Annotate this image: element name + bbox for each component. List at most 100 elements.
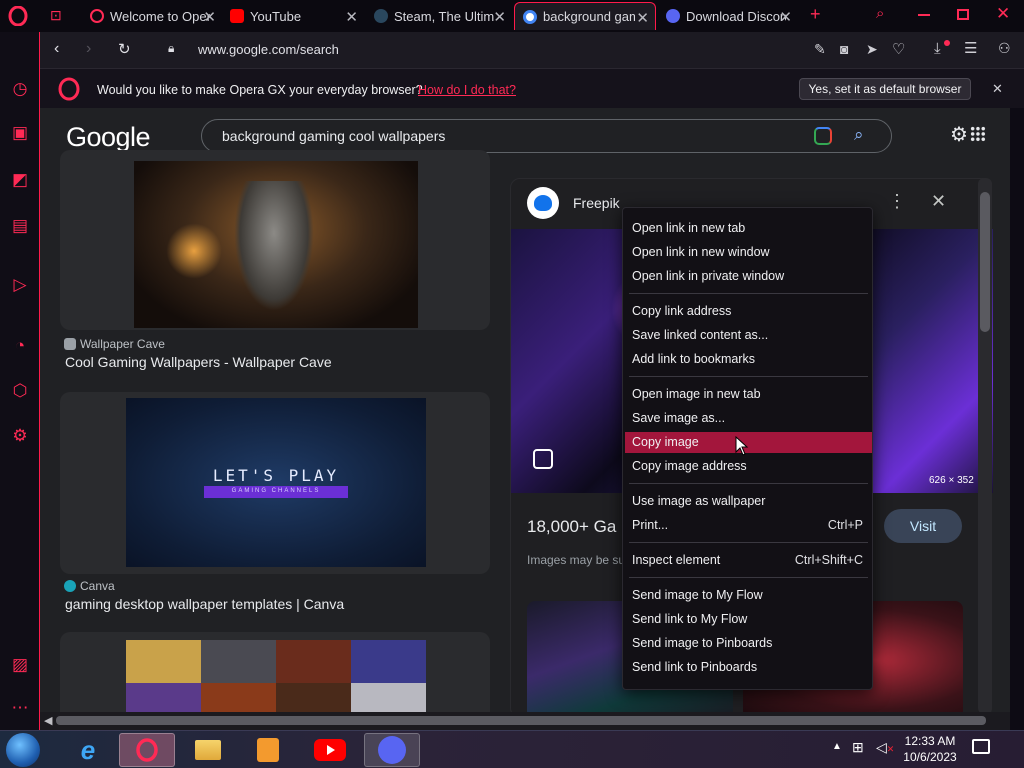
send-icon[interactable]: ➤ — [866, 41, 878, 58]
start-button[interactable] — [6, 733, 40, 767]
lock-icon[interactable]: 🔒︎ — [168, 41, 174, 56]
wallpaper-icon[interactable]: ▨ — [10, 655, 30, 675]
volume-muted-icon[interactable]: ◁✕ — [876, 739, 894, 756]
result-image[interactable]: LET'S PLAY GAMING CHANNELS — [126, 398, 426, 567]
player-icon[interactable]: ▷ — [10, 275, 30, 295]
menu-copy-link-address[interactable]: Copy link address — [625, 301, 872, 322]
menu-label: Inspect element — [632, 553, 721, 567]
profile-icon[interactable]: ⚇ — [998, 40, 1011, 57]
copyright-note: Images may be su — [527, 553, 626, 567]
menu-save-linked-content[interactable]: Save linked content as... — [625, 325, 872, 346]
menu-add-link-bookmarks[interactable]: Add link to bookmarks — [625, 349, 872, 370]
banner-help-link[interactable]: How do I do that? — [418, 83, 516, 97]
result-image[interactable] — [134, 161, 418, 328]
tab-google-search[interactable]: background gaming ✕ — [514, 2, 656, 30]
twitch-icon[interactable]: ◩ — [10, 170, 30, 190]
horizontal-scroll-thumb[interactable] — [56, 716, 986, 725]
tab-steam[interactable]: Steam, The Ultimate ✕ — [366, 2, 512, 30]
settings-icon[interactable]: ⚙ — [10, 426, 30, 446]
show-hidden-icons[interactable]: ▲ — [832, 741, 842, 752]
set-default-button[interactable]: Yes, set it as default browser — [799, 78, 971, 100]
menu-save-image-as[interactable]: Save image as... — [625, 408, 872, 429]
menu-separator — [629, 293, 868, 294]
search-box[interactable]: background gaming cool wallpapers ⌕ — [201, 119, 892, 153]
horizontal-scrollbar[interactable]: ◀ — [40, 712, 1010, 730]
menu-send-link-flow[interactable]: Send link to My Flow — [625, 609, 872, 630]
taskbar-youtube[interactable] — [302, 733, 358, 767]
forward-icon[interactable]: › — [86, 40, 91, 58]
menu-open-link-new-window[interactable]: Open link in new window — [625, 242, 872, 263]
more-options-icon[interactable]: ⋮ — [888, 191, 906, 212]
apps-grid-icon[interactable] — [970, 126, 986, 142]
easy-setup-icon[interactable]: ☰ — [964, 39, 977, 57]
extensions-icon[interactable]: ⬡ — [10, 381, 30, 401]
page-scrollbar[interactable] — [978, 178, 992, 714]
close-tab-icon[interactable]: ✕ — [636, 9, 649, 27]
opera-menu-button[interactable] — [8, 5, 28, 27]
menu-use-image-wallpaper[interactable]: Use image as wallpaper — [625, 491, 872, 512]
minimize-button[interactable] — [918, 14, 930, 16]
menu-send-image-pinboards[interactable]: Send image to Pinboards — [625, 633, 872, 654]
heart-icon[interactable]: ♡ — [892, 40, 905, 58]
settings-gear-icon[interactable]: ⚙ — [950, 122, 968, 147]
google-logo[interactable]: Google — [66, 122, 151, 153]
tab-youtube[interactable]: YouTube ✕ — [222, 2, 364, 30]
tab-discord[interactable]: Download Discord ✕ — [658, 2, 798, 30]
visit-button[interactable]: Visit — [884, 509, 962, 543]
menu-send-image-flow[interactable]: Send image to My Flow — [625, 585, 872, 606]
menu-open-link-private[interactable]: Open link in private window — [625, 266, 872, 287]
opera-icon — [90, 9, 104, 23]
scrollbar-thumb[interactable] — [980, 192, 990, 332]
gx-corner-icon[interactable]: ▣ — [10, 123, 30, 143]
search-tabs-icon[interactable]: ⌕ — [876, 5, 884, 22]
reload-icon[interactable]: ↻ — [118, 40, 131, 58]
edit-share-icon[interactable]: ✎ — [814, 41, 826, 58]
taskbar-discord[interactable] — [364, 733, 420, 767]
menu-copy-image-address[interactable]: Copy image address — [625, 456, 872, 477]
gx-control-icon[interactable]: ◷ — [10, 79, 30, 99]
download-icon[interactable]: ⤓ — [934, 40, 941, 57]
result-image-collage[interactable] — [126, 640, 426, 714]
tab-welcome[interactable]: Welcome to Opera GX ✕ — [82, 2, 222, 30]
preview-title[interactable]: 18,000+ Ga — [527, 517, 616, 537]
new-tab-button[interactable]: + — [810, 4, 821, 25]
menu-print[interactable]: Print... Ctrl+P — [625, 515, 872, 536]
lens-icon[interactable] — [814, 127, 832, 145]
more-icon[interactable]: ⋯ — [10, 698, 30, 718]
close-window-button[interactable]: ✕ — [996, 4, 1010, 24]
search-input[interactable]: background gaming cool wallpapers — [222, 128, 445, 144]
dismiss-banner-icon[interactable]: ✕ — [992, 81, 1003, 97]
restore-button[interactable] — [957, 9, 969, 20]
back-icon[interactable]: ‹ — [54, 40, 59, 58]
search-icon[interactable]: ⌕ — [854, 125, 864, 145]
menu-inspect-element[interactable]: Inspect element Ctrl+Shift+C — [625, 550, 872, 571]
taskbar-opera-gx[interactable] — [119, 733, 175, 767]
close-tab-icon[interactable]: ✕ — [493, 8, 506, 26]
close-tab-icon[interactable]: ✕ — [203, 8, 216, 26]
result-source[interactable]: Wallpaper Cave — [64, 337, 165, 351]
preview-source[interactable]: Freepik — [573, 195, 620, 211]
menu-open-image-new-tab[interactable]: Open image in new tab — [625, 384, 872, 405]
menu-open-link-new-tab[interactable]: Open link in new tab — [625, 218, 872, 239]
action-center-icon[interactable] — [972, 739, 990, 754]
taskbar-file-explorer[interactable] — [180, 733, 236, 767]
url-field[interactable]: www.google.com/search — [198, 42, 339, 57]
gamepad-icon[interactable]: ⊡ — [50, 7, 62, 24]
taskbar-internet-explorer[interactable]: e — [60, 733, 116, 767]
network-icon[interactable]: ⊞ — [852, 739, 864, 756]
result-source[interactable]: Canva — [64, 579, 115, 593]
hot-tabs-icon[interactable]: ▤ — [10, 216, 30, 236]
result-title[interactable]: gaming desktop wallpaper templates | Can… — [65, 596, 344, 612]
menu-send-link-pinboards[interactable]: Send link to Pinboards — [625, 657, 872, 678]
clock-date[interactable]: 10/6/2023 — [902, 750, 958, 764]
close-tab-icon[interactable]: ✕ — [779, 8, 792, 26]
history-icon[interactable]: ◔ — [10, 336, 30, 356]
close-preview-icon[interactable]: ✕ — [931, 191, 946, 212]
result-title[interactable]: Cool Gaming Wallpapers - Wallpaper Cave — [65, 354, 332, 370]
close-tab-icon[interactable]: ✕ — [345, 8, 358, 26]
camera-icon[interactable]: ◙ — [840, 41, 848, 57]
taskbar-media-player[interactable] — [240, 733, 296, 767]
scroll-left-icon[interactable]: ◀ — [44, 714, 52, 727]
lens-search-icon[interactable] — [533, 449, 553, 469]
clock-time[interactable]: 12:33 AM — [904, 734, 956, 748]
